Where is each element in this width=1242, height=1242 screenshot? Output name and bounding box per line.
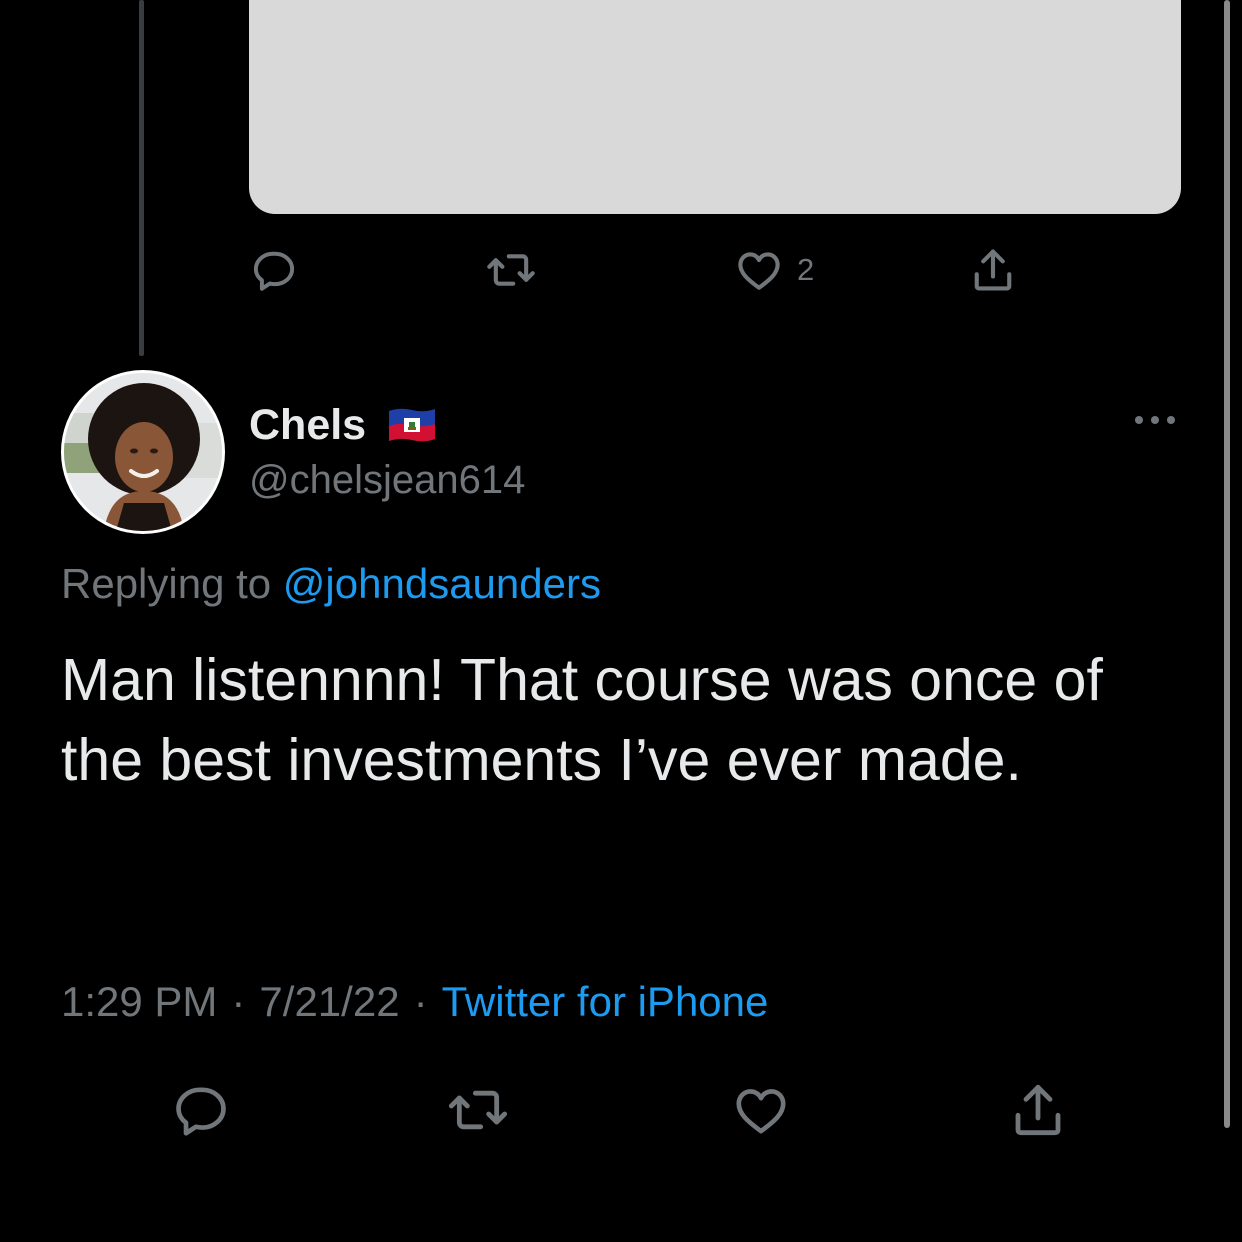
more-options-icon (1133, 413, 1177, 431)
parent-share-button[interactable] (967, 240, 1019, 300)
share-icon (1006, 1078, 1070, 1142)
retweet-icon (446, 1078, 510, 1142)
avatar[interactable] (61, 370, 225, 534)
parent-tweet-action-bar: 2 (249, 240, 1069, 300)
meta-separator: · (413, 978, 428, 1025)
more-options-button[interactable] (1130, 405, 1180, 439)
like-count: 2 (797, 252, 815, 287)
parent-retweet-button[interactable] (485, 240, 537, 300)
heart-icon (733, 244, 785, 296)
heart-icon (730, 1079, 792, 1141)
share-icon (967, 244, 1019, 296)
author-handle[interactable]: @chelsjean614 (249, 458, 525, 503)
reply-icon (170, 1079, 232, 1141)
parent-like-button[interactable]: 2 (733, 240, 814, 300)
replying-to-mention[interactable]: @johndsaunders (283, 560, 601, 607)
tweet-meta: 1:29 PM · 7/21/22 · Twitter for iPhone (61, 978, 768, 1026)
avatar-photo (64, 373, 222, 531)
author-name-row[interactable]: Chels (249, 398, 438, 452)
thread-connector-line (139, 0, 144, 356)
retweet-icon (485, 244, 537, 296)
parent-reply-button[interactable] (249, 240, 299, 300)
like-button[interactable] (730, 1080, 792, 1140)
tweet-date: 7/21/22 (259, 978, 400, 1025)
reply-icon (249, 245, 299, 295)
reply-button[interactable] (170, 1080, 232, 1140)
scrollbar[interactable] (1224, 0, 1230, 1128)
meta-separator: · (231, 978, 246, 1025)
parent-tweet-media[interactable] (249, 0, 1181, 214)
tweet-time: 1:29 PM (61, 978, 218, 1025)
replying-to-line: Replying to @johndsaunders (61, 560, 601, 608)
retweet-button[interactable] (446, 1080, 510, 1140)
replying-to-label: Replying to (61, 560, 283, 607)
haiti-flag-icon (366, 405, 438, 445)
display-name: Chels (249, 400, 367, 449)
tweet-action-bar (170, 1080, 1070, 1140)
tweet-text: Man listennnn! That course was once of t… (61, 647, 1103, 793)
tweet-source-link[interactable]: Twitter for iPhone (442, 978, 769, 1025)
share-button[interactable] (1006, 1080, 1070, 1140)
